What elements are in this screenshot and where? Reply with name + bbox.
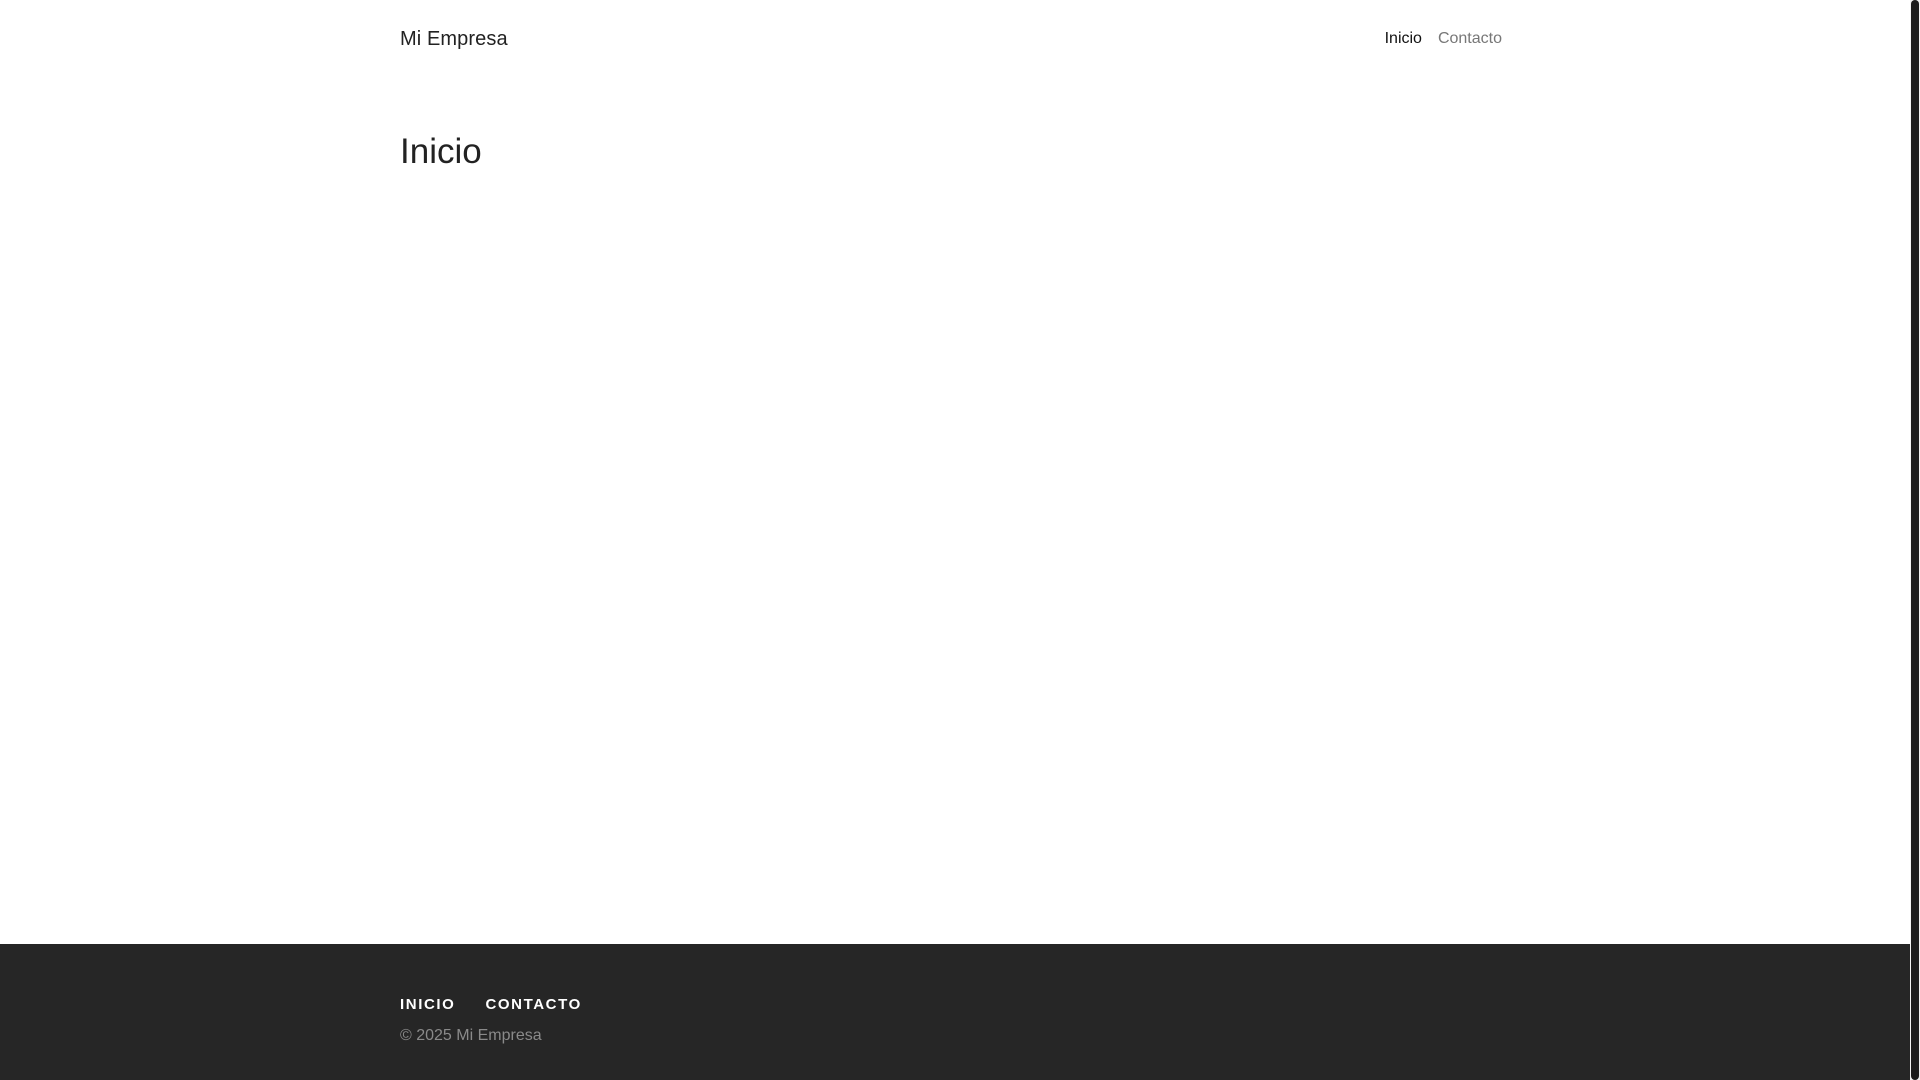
viewport: Mi Empresa Inicio Contacto Inicio INICIO… (0, 0, 1910, 1080)
footer-nav: INICIO CONTACTO (400, 996, 582, 1013)
nav-link-inicio[interactable]: Inicio (1385, 30, 1422, 48)
brand-link[interactable]: Mi Empresa (400, 28, 508, 51)
site-footer: INICIO CONTACTO © 2025 Mi Empresa (0, 944, 1910, 1080)
page: Mi Empresa Inicio Contacto Inicio INICIO… (0, 0, 1920, 1080)
footer-link-inicio[interactable]: INICIO (400, 996, 455, 1013)
scrollbar-thumb[interactable] (1911, 0, 1919, 1080)
site-header: Mi Empresa Inicio Contacto (400, 0, 1502, 80)
page-title: Inicio (400, 132, 482, 171)
footer-inner: INICIO CONTACTO © 2025 Mi Empresa (400, 996, 582, 1045)
footer-link-contacto[interactable]: CONTACTO (485, 996, 581, 1013)
copyright-text: © 2025 Mi Empresa (400, 1027, 542, 1044)
nav-link-contacto[interactable]: Contacto (1438, 30, 1502, 48)
main-nav: Inicio Contacto (1385, 30, 1502, 48)
vertical-scrollbar[interactable] (1910, 0, 1920, 1080)
main-content: Inicio (400, 128, 1502, 176)
